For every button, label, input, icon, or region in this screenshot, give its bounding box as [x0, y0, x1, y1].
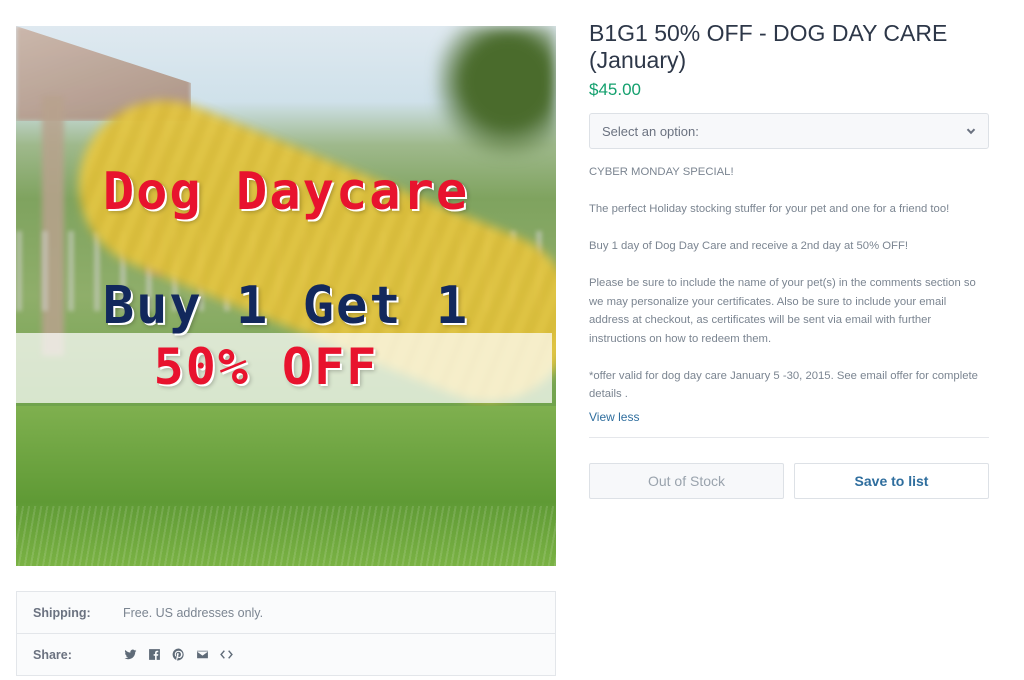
- email-icon[interactable]: [195, 648, 209, 662]
- product-description: CYBER MONDAY SPECIAL! The perfect Holida…: [589, 163, 989, 404]
- facebook-icon[interactable]: [147, 648, 161, 662]
- product-image[interactable]: Dog Daycare Buy 1 Get 1 50% OFF: [16, 26, 556, 566]
- product-title: B1G1 50% OFF - DOG DAY CARE (January): [589, 20, 948, 73]
- description-paragraph: The perfect Holiday stocking stuffer for…: [589, 203, 950, 215]
- save-to-list-button[interactable]: Save to list: [794, 462, 989, 499]
- description-paragraph: *offer valid for dog day care January 5 …: [589, 369, 978, 401]
- description-paragraph: Please be sure to include the name of yo…: [589, 277, 976, 345]
- description-paragraph: Buy 1 day of Dog Day Care and receive a …: [589, 240, 908, 252]
- image-text-50-off: 50% OFF: [153, 338, 379, 396]
- share-row: Share:: [17, 633, 555, 675]
- chevron-down-icon: [966, 124, 976, 139]
- option-select[interactable]: Select an option:: [589, 113, 989, 149]
- image-text-dog-daycare: Dog Daycare: [102, 162, 470, 222]
- product-media: Dog Daycare Buy 1 Get 1 50% OFF Shipping…: [16, 26, 556, 676]
- product-details: B1G1 50% OFF - DOG DAY CARE (January) $4…: [589, 20, 989, 499]
- image-text-buy-get: Buy 1 Get 1: [102, 276, 470, 336]
- share-icons: [123, 648, 233, 662]
- share-label: Share:: [33, 647, 72, 662]
- product-price: $45.00: [589, 80, 641, 99]
- divider: [589, 436, 989, 438]
- image-grass: [16, 406, 556, 566]
- shipping-row: Shipping: Free. US addresses only.: [17, 592, 555, 633]
- twitter-icon[interactable]: [123, 648, 137, 662]
- option-select-placeholder: Select an option:: [602, 123, 699, 139]
- product-info-box: Shipping: Free. US addresses only. Share…: [16, 591, 556, 676]
- product-actions: Out of Stock Save to list: [589, 462, 989, 499]
- embed-icon[interactable]: [219, 648, 233, 662]
- out-of-stock-button[interactable]: Out of Stock: [589, 462, 784, 499]
- shipping-value: Free. US addresses only.: [123, 605, 264, 620]
- pinterest-icon[interactable]: [171, 648, 185, 662]
- description-paragraph: CYBER MONDAY SPECIAL!: [589, 166, 734, 178]
- image-trees: [436, 26, 556, 166]
- shipping-label: Shipping:: [33, 605, 91, 620]
- view-less-link[interactable]: View less: [589, 410, 989, 424]
